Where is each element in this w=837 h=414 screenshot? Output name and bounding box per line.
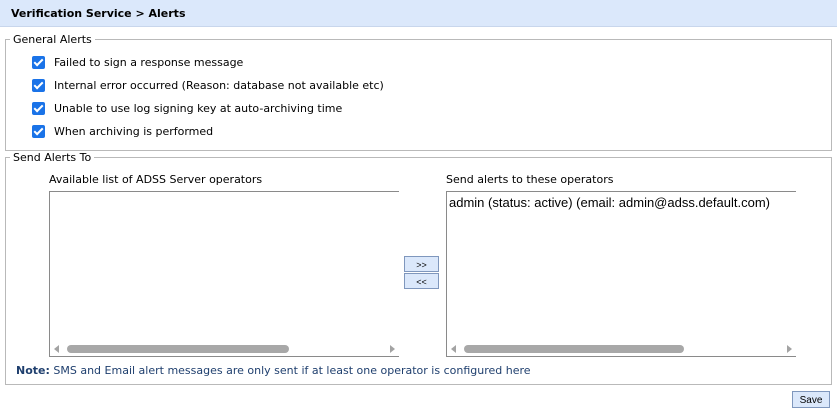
scroll-thumb[interactable]	[464, 345, 684, 353]
available-operators-list[interactable]	[49, 191, 399, 357]
alert-option-label: Internal error occurred (Reason: databas…	[54, 78, 384, 92]
horizontal-scrollbar[interactable]	[447, 341, 796, 356]
note-text: SMS and Email alert messages are only se…	[53, 364, 531, 377]
scroll-right-icon[interactable]	[787, 345, 792, 353]
checkbox-checked-icon[interactable]	[32, 78, 45, 92]
alert-option-label: Unable to use log signing key at auto-ar…	[54, 101, 343, 115]
available-operators-label: Available list of ADSS Server operators	[49, 173, 263, 186]
checkbox-checked-icon[interactable]	[32, 124, 45, 138]
general-alerts-legend: General Alerts	[13, 33, 92, 46]
page-title: Verification Service > Alerts	[0, 0, 837, 27]
horizontal-scrollbar[interactable]	[50, 341, 399, 356]
operator-note: Note: SMS and Email alert messages are o…	[16, 364, 531, 377]
checkbox-checked-icon[interactable]	[32, 55, 45, 69]
alert-option-internal-error[interactable]: Internal error occurred (Reason: databas…	[32, 77, 384, 93]
alert-option-log-signing-key[interactable]: Unable to use log signing key at auto-ar…	[32, 100, 342, 116]
alert-option-archiving[interactable]: When archiving is performed	[32, 123, 213, 139]
send-alerts-legend: Send Alerts To	[13, 151, 92, 164]
alert-option-sign-failure[interactable]: Failed to sign a response message	[32, 54, 243, 70]
save-button[interactable]: Save	[792, 391, 830, 408]
scroll-left-icon[interactable]	[451, 345, 456, 353]
note-prefix: Note:	[16, 364, 50, 377]
selected-operators-list[interactable]: admin (status: active) (email: admin@ads…	[446, 191, 796, 357]
checkbox-checked-icon[interactable]	[32, 101, 45, 115]
selected-operators-label: Send alerts to these operators	[446, 173, 614, 186]
scroll-left-icon[interactable]	[54, 345, 59, 353]
alert-option-label: Failed to sign a response message	[54, 55, 244, 69]
alert-option-label: When archiving is performed	[54, 124, 214, 138]
scroll-right-icon[interactable]	[390, 345, 395, 353]
scroll-thumb[interactable]	[67, 345, 289, 353]
add-operator-button[interactable]: >>	[404, 256, 439, 272]
remove-operator-button[interactable]: <<	[404, 273, 439, 289]
list-item[interactable]: admin (status: active) (email: admin@ads…	[449, 195, 770, 210]
